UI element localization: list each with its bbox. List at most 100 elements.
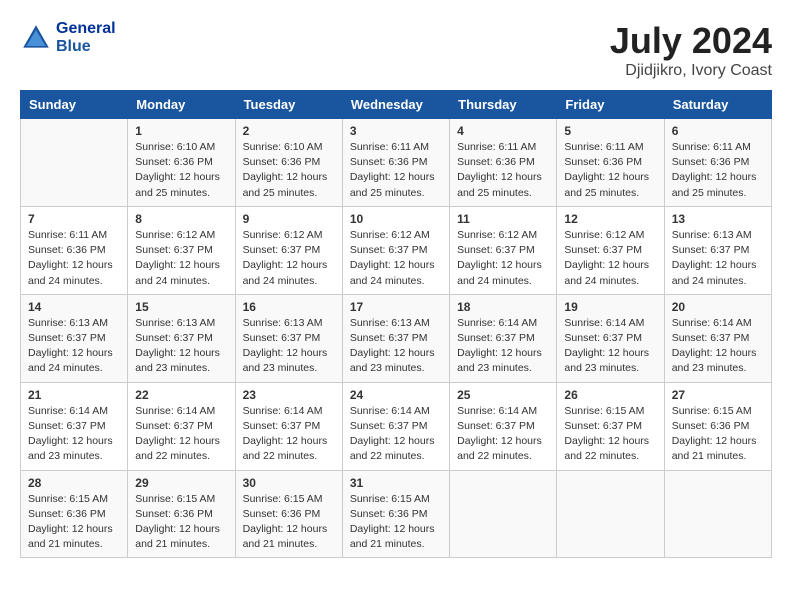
calendar-cell: 16 Sunrise: 6:13 AM Sunset: 6:37 PM Dayli… — [235, 294, 342, 382]
day-number: 2 — [243, 124, 335, 138]
day-number: 17 — [350, 300, 442, 314]
day-number: 26 — [564, 388, 656, 402]
calendar-cell: 4 Sunrise: 6:11 AM Sunset: 6:36 PM Daylig… — [450, 119, 557, 207]
day-number: 3 — [350, 124, 442, 138]
day-info: Sunrise: 6:10 AM Sunset: 6:36 PM Dayligh… — [243, 140, 335, 201]
day-info: Sunrise: 6:14 AM Sunset: 6:37 PM Dayligh… — [457, 316, 549, 377]
calendar-cell: 11Sunrise: 6:12 AM Sunset: 6:37 PM Dayli… — [450, 206, 557, 294]
calendar-cell: 23 Sunrise: 6:14 AM Sunset: 6:37 PM Dayli… — [235, 382, 342, 470]
calendar-cell: 2 Sunrise: 6:10 AM Sunset: 6:36 PM Daylig… — [235, 119, 342, 207]
day-number: 4 — [457, 124, 549, 138]
day-number: 24 — [350, 388, 442, 402]
calendar-cell — [450, 470, 557, 558]
day-info: Sunrise: 6:15 AM Sunset: 6:36 PM Dayligh… — [243, 492, 335, 553]
day-info: Sunrise: 6:14 AM Sunset: 6:37 PM Dayligh… — [350, 404, 442, 465]
day-number: 30 — [243, 476, 335, 490]
day-number: 10 — [350, 212, 442, 226]
calendar-cell: 1 Sunrise: 6:10 AM Sunset: 6:36 PM Daylig… — [128, 119, 235, 207]
calendar-week-4: 21 Sunrise: 6:14 AM Sunset: 6:37 PM Dayli… — [21, 382, 772, 470]
day-info: Sunrise: 6:14 AM Sunset: 6:37 PM Dayligh… — [672, 316, 764, 377]
calendar-cell — [21, 119, 128, 207]
logo: General Blue — [20, 20, 116, 55]
day-number: 20 — [672, 300, 764, 314]
calendar-week-3: 14 Sunrise: 6:13 AM Sunset: 6:37 PM Dayli… — [21, 294, 772, 382]
calendar-cell: 9 Sunrise: 6:12 AM Sunset: 6:37 PM Daylig… — [235, 206, 342, 294]
calendar-cell: 18 Sunrise: 6:14 AM Sunset: 6:37 PM Dayli… — [450, 294, 557, 382]
day-info: Sunrise: 6:15 AM Sunset: 6:36 PM Dayligh… — [135, 492, 227, 553]
calendar-cell: 3 Sunrise: 6:11 AM Sunset: 6:36 PM Daylig… — [342, 119, 449, 207]
calendar-cell: 31Sunrise: 6:15 AM Sunset: 6:36 PM Dayli… — [342, 470, 449, 558]
day-info: Sunrise: 6:10 AM Sunset: 6:36 PM Dayligh… — [135, 140, 227, 201]
day-number: 19 — [564, 300, 656, 314]
calendar-cell: 8 Sunrise: 6:12 AM Sunset: 6:37 PM Daylig… — [128, 206, 235, 294]
day-info: Sunrise: 6:13 AM Sunset: 6:37 PM Dayligh… — [672, 228, 764, 289]
calendar-cell: 10 Sunrise: 6:12 AM Sunset: 6:37 PM Dayli… — [342, 206, 449, 294]
day-number: 25 — [457, 388, 549, 402]
calendar-week-5: 28 Sunrise: 6:15 AM Sunset: 6:36 PM Dayli… — [21, 470, 772, 558]
day-number: 22 — [135, 388, 227, 402]
day-info: Sunrise: 6:15 AM Sunset: 6:37 PM Dayligh… — [564, 404, 656, 465]
calendar-cell: 15Sunrise: 6:13 AM Sunset: 6:37 PM Dayli… — [128, 294, 235, 382]
calendar-cell: 27Sunrise: 6:15 AM Sunset: 6:36 PM Dayli… — [664, 382, 771, 470]
month-title: July 2024 — [610, 20, 772, 62]
calendar-cell: 29 Sunrise: 6:15 AM Sunset: 6:36 PM Dayli… — [128, 470, 235, 558]
day-number: 16 — [243, 300, 335, 314]
title-block: July 2024 Djidjikro, Ivory Coast — [610, 20, 772, 80]
day-number: 28 — [28, 476, 120, 490]
day-number: 8 — [135, 212, 227, 226]
calendar-cell: 30 Sunrise: 6:15 AM Sunset: 6:36 PM Dayli… — [235, 470, 342, 558]
calendar-cell: 25 Sunrise: 6:14 AM Sunset: 6:37 PM Dayli… — [450, 382, 557, 470]
day-info: Sunrise: 6:14 AM Sunset: 6:37 PM Dayligh… — [564, 316, 656, 377]
calendar-cell — [557, 470, 664, 558]
day-number: 13 — [672, 212, 764, 226]
calendar-cell: 5 Sunrise: 6:11 AM Sunset: 6:36 PM Daylig… — [557, 119, 664, 207]
day-info: Sunrise: 6:11 AM Sunset: 6:36 PM Dayligh… — [28, 228, 120, 289]
day-number: 31 — [350, 476, 442, 490]
day-info: Sunrise: 6:15 AM Sunset: 6:36 PM Dayligh… — [672, 404, 764, 465]
day-info: Sunrise: 6:11 AM Sunset: 6:36 PM Dayligh… — [672, 140, 764, 201]
day-info: Sunrise: 6:12 AM Sunset: 6:37 PM Dayligh… — [243, 228, 335, 289]
calendar-cell: 7 Sunrise: 6:11 AM Sunset: 6:36 PM Daylig… — [21, 206, 128, 294]
calendar-cell: 14 Sunrise: 6:13 AM Sunset: 6:37 PM Dayli… — [21, 294, 128, 382]
day-info: Sunrise: 6:11 AM Sunset: 6:36 PM Dayligh… — [350, 140, 442, 201]
calendar-header: SundayMondayTuesdayWednesdayThursdayFrid… — [21, 91, 772, 119]
day-info: Sunrise: 6:14 AM Sunset: 6:37 PM Dayligh… — [135, 404, 227, 465]
day-info: Sunrise: 6:12 AM Sunset: 6:37 PM Dayligh… — [350, 228, 442, 289]
day-info: Sunrise: 6:11 AM Sunset: 6:36 PM Dayligh… — [564, 140, 656, 201]
weekday-header-sunday: Sunday — [21, 91, 128, 119]
day-info: Sunrise: 6:13 AM Sunset: 6:37 PM Dayligh… — [28, 316, 120, 377]
day-info: Sunrise: 6:11 AM Sunset: 6:36 PM Dayligh… — [457, 140, 549, 201]
day-info: Sunrise: 6:14 AM Sunset: 6:37 PM Dayligh… — [243, 404, 335, 465]
page-header: General Blue July 2024 Djidjikro, Ivory … — [20, 20, 772, 80]
weekday-header-saturday: Saturday — [664, 91, 771, 119]
calendar-table: SundayMondayTuesdayWednesdayThursdayFrid… — [20, 90, 772, 558]
day-number: 5 — [564, 124, 656, 138]
day-number: 12 — [564, 212, 656, 226]
calendar-cell: 17Sunrise: 6:13 AM Sunset: 6:37 PM Dayli… — [342, 294, 449, 382]
logo-icon — [20, 22, 52, 54]
day-info: Sunrise: 6:12 AM Sunset: 6:37 PM Dayligh… — [135, 228, 227, 289]
logo-general: General — [56, 20, 116, 38]
day-number: 9 — [243, 212, 335, 226]
day-number: 14 — [28, 300, 120, 314]
weekday-header-wednesday: Wednesday — [342, 91, 449, 119]
day-info: Sunrise: 6:15 AM Sunset: 6:36 PM Dayligh… — [28, 492, 120, 553]
day-info: Sunrise: 6:13 AM Sunset: 6:37 PM Dayligh… — [243, 316, 335, 377]
day-number: 29 — [135, 476, 227, 490]
calendar-week-2: 7 Sunrise: 6:11 AM Sunset: 6:36 PM Daylig… — [21, 206, 772, 294]
day-info: Sunrise: 6:13 AM Sunset: 6:37 PM Dayligh… — [135, 316, 227, 377]
weekday-header-friday: Friday — [557, 91, 664, 119]
calendar-cell: 21Sunrise: 6:14 AM Sunset: 6:37 PM Dayli… — [21, 382, 128, 470]
calendar-cell: 24 Sunrise: 6:14 AM Sunset: 6:37 PM Dayli… — [342, 382, 449, 470]
calendar-cell: 28 Sunrise: 6:15 AM Sunset: 6:36 PM Dayli… — [21, 470, 128, 558]
day-number: 23 — [243, 388, 335, 402]
day-number: 18 — [457, 300, 549, 314]
day-number: 7 — [28, 212, 120, 226]
day-number: 1 — [135, 124, 227, 138]
day-info: Sunrise: 6:14 AM Sunset: 6:37 PM Dayligh… — [457, 404, 549, 465]
day-number: 21 — [28, 388, 120, 402]
weekday-header-tuesday: Tuesday — [235, 91, 342, 119]
calendar-cell: 12 Sunrise: 6:12 AM Sunset: 6:37 PM Dayli… — [557, 206, 664, 294]
calendar-cell — [664, 470, 771, 558]
day-info: Sunrise: 6:12 AM Sunset: 6:37 PM Dayligh… — [564, 228, 656, 289]
